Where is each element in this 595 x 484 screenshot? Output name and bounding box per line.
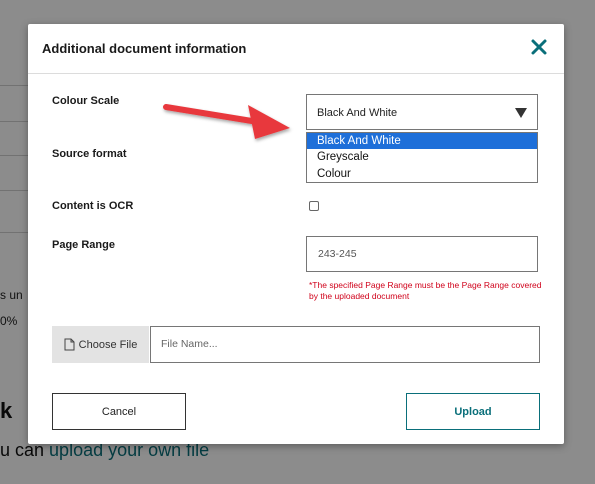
- file-upload-row: Choose File File Name...: [52, 326, 540, 363]
- colour-scale-selected-value: Black And White: [317, 107, 398, 119]
- page-range-label: Page Range: [52, 239, 115, 251]
- upload-button[interactable]: Upload: [406, 393, 540, 430]
- content-ocr-label: Content is OCR: [52, 200, 134, 212]
- additional-info-dialog: Additional document information Colour S…: [28, 24, 564, 444]
- colour-scale-label: Colour Scale: [52, 95, 120, 107]
- source-format-label: Source format: [52, 148, 127, 160]
- option-black-and-white[interactable]: Black And White: [307, 133, 537, 150]
- file-name-field[interactable]: File Name...: [150, 326, 540, 363]
- dialog-header: Additional document information: [28, 24, 564, 74]
- annotation-arrow-icon: [163, 104, 290, 139]
- caret-down-icon: [515, 108, 527, 118]
- choose-file-label: Choose File: [78, 338, 138, 351]
- option-colour[interactable]: Colour: [307, 166, 537, 182]
- colour-scale-select[interactable]: Black And White: [306, 94, 538, 130]
- option-greyscale[interactable]: Greyscale: [307, 149, 537, 165]
- dialog-title: Additional document information: [42, 41, 247, 56]
- choose-file-button[interactable]: Choose File: [52, 326, 149, 363]
- page-range-input[interactable]: 243-245: [306, 236, 538, 272]
- page-range-hint: *The specified Page Range must be the Pa…: [309, 280, 542, 301]
- close-icon[interactable]: [528, 36, 550, 58]
- cancel-button[interactable]: Cancel: [52, 393, 186, 430]
- file-icon: [64, 338, 75, 351]
- colour-scale-dropdown: Black And White Greyscale Colour: [306, 132, 538, 183]
- content-ocr-checkbox[interactable]: [309, 201, 319, 211]
